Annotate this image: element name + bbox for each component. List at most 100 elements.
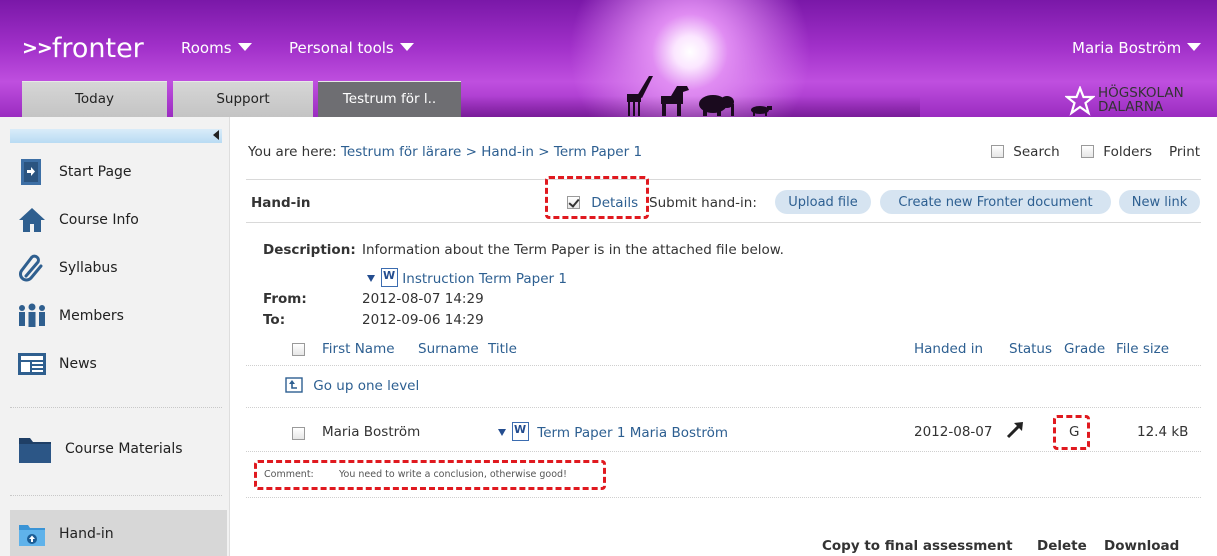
breadcrumb-separator: > bbox=[465, 144, 477, 160]
delete-link[interactable]: Delete bbox=[1037, 538, 1087, 554]
folders-checkbox[interactable] bbox=[1081, 145, 1094, 158]
to-value: 2012-09-06 14:29 bbox=[362, 312, 484, 328]
sidebar-item-label: Syllabus bbox=[59, 260, 118, 276]
folders-toggle[interactable]: Folders bbox=[1081, 144, 1152, 160]
header-grade[interactable]: Grade bbox=[1064, 341, 1105, 357]
header-handed-in[interactable]: Handed in bbox=[914, 341, 983, 357]
breadcrumb: You are here: Testrum för lärare > Hand-… bbox=[248, 144, 642, 160]
breadcrumb-term-paper[interactable]: Term Paper 1 bbox=[554, 144, 642, 160]
header-banner: >>fronter Rooms Personal tools Maria Bos… bbox=[0, 0, 1217, 117]
school-line-1: HÖGSKOLAN bbox=[1098, 85, 1184, 101]
folder-icon bbox=[17, 434, 53, 464]
house-icon bbox=[17, 205, 47, 235]
sidebar-item-label: Start Page bbox=[59, 164, 132, 180]
sidebar-top-bar bbox=[10, 129, 222, 143]
print-link[interactable]: Print bbox=[1169, 144, 1200, 160]
logo-word: fronter bbox=[51, 33, 144, 64]
fronter-logo[interactable]: >>fronter bbox=[22, 33, 144, 64]
personal-tools-label: Personal tools bbox=[289, 39, 394, 57]
from-value: 2012-08-07 14:29 bbox=[362, 291, 484, 307]
comment-highlight-box bbox=[254, 460, 606, 490]
arrow-up-right-icon[interactable] bbox=[1005, 420, 1025, 440]
breadcrumb-testrum[interactable]: Testrum för lärare bbox=[341, 144, 461, 160]
user-name: Maria Boström bbox=[1072, 39, 1182, 57]
download-link[interactable]: Download bbox=[1104, 538, 1179, 554]
people-icon bbox=[17, 301, 47, 331]
row-checkbox[interactable] bbox=[292, 427, 305, 440]
paperclip-icon bbox=[17, 253, 47, 283]
sidebar-divider bbox=[10, 407, 222, 408]
personal-tools-menu[interactable]: Personal tools bbox=[289, 39, 414, 57]
sidebar-item-members[interactable]: Members bbox=[17, 299, 124, 333]
expand-triangle-icon[interactable] bbox=[367, 275, 375, 282]
section-top-border bbox=[246, 179, 1201, 180]
sidebar-item-start-page[interactable]: Start Page bbox=[17, 155, 132, 189]
from-label: From: bbox=[263, 291, 307, 307]
to-label: To: bbox=[263, 312, 286, 328]
expand-triangle-icon[interactable] bbox=[498, 429, 506, 436]
upload-file-button[interactable]: Upload file bbox=[775, 190, 871, 214]
description-text: Information about the Term Paper is in t… bbox=[362, 242, 784, 258]
submit-handin-label: Submit hand-in: bbox=[649, 195, 757, 211]
row-handed-in: 2012-08-07 bbox=[914, 424, 993, 440]
search-label: Search bbox=[1013, 144, 1060, 160]
search-toggle[interactable]: Search bbox=[991, 144, 1060, 160]
header-first-name[interactable]: First Name bbox=[322, 341, 395, 357]
attachment-name: Instruction Term Paper 1 bbox=[402, 271, 567, 287]
sidebar-item-hand-in[interactable]: Hand-in bbox=[17, 517, 114, 551]
row-student-name: Maria Boström bbox=[322, 424, 421, 440]
description-label: Description: bbox=[263, 242, 356, 258]
row-title: Term Paper 1 Maria Boström bbox=[537, 425, 729, 441]
breadcrumb-hand-in[interactable]: Hand-in bbox=[481, 144, 534, 160]
header-surname[interactable]: Surname bbox=[418, 341, 479, 357]
handin-folder-icon bbox=[17, 519, 47, 549]
word-document-icon bbox=[512, 422, 529, 441]
sidebar-item-label: Hand-in bbox=[59, 526, 114, 542]
chevron-down-icon bbox=[237, 43, 252, 51]
attachment-link[interactable]: Instruction Term Paper 1 bbox=[367, 268, 567, 287]
collapse-arrow-icon[interactable] bbox=[213, 130, 219, 140]
breadcrumb-prefix: You are here: bbox=[248, 144, 337, 160]
animals-silhouette-icon bbox=[627, 76, 772, 116]
sidebar-item-label: Course Info bbox=[59, 212, 139, 228]
tab-support[interactable]: Support bbox=[173, 81, 313, 117]
go-up-one-level[interactable]: Go up one level bbox=[285, 377, 419, 394]
header-title[interactable]: Title bbox=[488, 341, 517, 357]
details-highlight-box bbox=[545, 176, 649, 219]
sidebar-item-label: Members bbox=[59, 308, 124, 324]
rooms-menu-label: Rooms bbox=[181, 39, 232, 57]
create-fronter-document-button[interactable]: Create new Fronter document bbox=[880, 190, 1111, 214]
section-bottom-border bbox=[246, 222, 1201, 223]
sidebar-item-news[interactable]: News bbox=[17, 347, 97, 381]
user-menu[interactable]: Maria Boström bbox=[1072, 39, 1202, 57]
header-file-size[interactable]: File size bbox=[1116, 341, 1169, 357]
go-up-label: Go up one level bbox=[313, 378, 420, 394]
tab-today[interactable]: Today bbox=[22, 81, 167, 117]
sidebar: Start Page Course Info Syllabus Members … bbox=[0, 117, 230, 556]
row-divider bbox=[246, 451, 1201, 452]
logo-arrows: >> bbox=[22, 37, 53, 59]
sidebar-item-course-info[interactable]: Course Info bbox=[17, 203, 139, 237]
row-title-link[interactable]: Term Paper 1 Maria Boström bbox=[498, 422, 728, 441]
main-content: You are here: Testrum för lärare > Hand-… bbox=[231, 117, 1217, 556]
word-document-icon bbox=[381, 268, 398, 287]
star-emblem-icon bbox=[1065, 86, 1095, 116]
tab-support-label: Support bbox=[216, 91, 270, 107]
tab-testrum-label: Testrum för l.. bbox=[342, 91, 437, 107]
rooms-menu[interactable]: Rooms bbox=[181, 39, 252, 57]
new-link-button[interactable]: New link bbox=[1119, 190, 1200, 214]
tab-testrum[interactable]: Testrum för l.. bbox=[318, 81, 461, 117]
select-all-checkbox[interactable] bbox=[292, 343, 305, 356]
chevron-down-icon bbox=[399, 43, 414, 51]
folder-up-icon bbox=[285, 377, 303, 393]
sidebar-item-syllabus[interactable]: Syllabus bbox=[17, 251, 118, 285]
table-divider bbox=[246, 407, 1201, 408]
header-status[interactable]: Status bbox=[1009, 341, 1052, 357]
sidebar-item-course-materials[interactable]: Course Materials bbox=[17, 432, 183, 466]
copy-to-final-assessment-link[interactable]: Copy to final assessment bbox=[822, 538, 1013, 554]
row-file-size: 12.4 kB bbox=[1137, 424, 1189, 440]
section-title: Hand-in bbox=[251, 195, 311, 211]
chevron-down-icon bbox=[1187, 43, 1202, 51]
folders-label: Folders bbox=[1103, 144, 1153, 160]
search-checkbox[interactable] bbox=[991, 145, 1004, 158]
